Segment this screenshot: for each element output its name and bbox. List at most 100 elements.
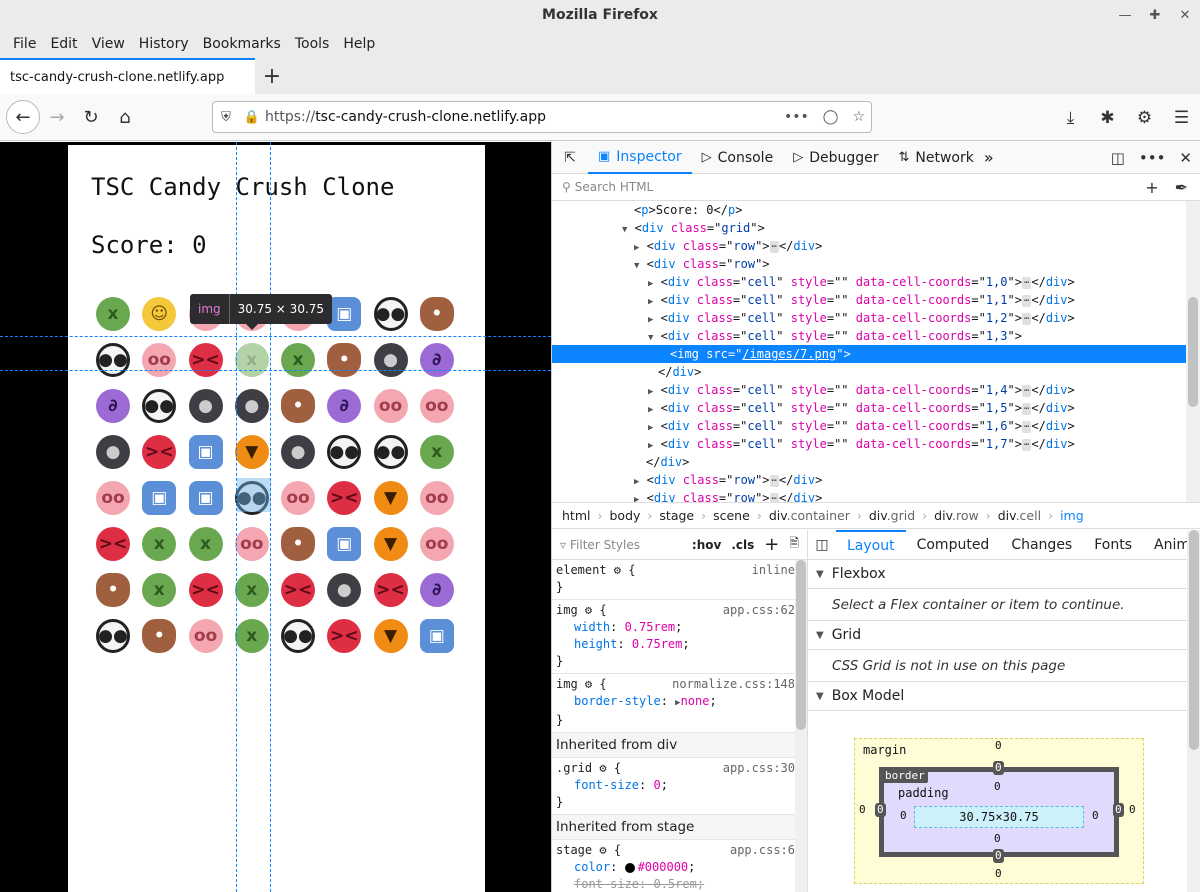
grid-cell[interactable]: >< [281,567,327,613]
extensions-icon[interactable]: ✱ [1089,108,1126,128]
more-tabs-chevron-icon[interactable]: » [984,148,994,167]
page-actions-icon[interactable]: ••• [784,109,809,125]
html-search[interactable]: ⚲ Search HTML + ✒ [552,174,1200,201]
shield-icon[interactable]: ⛨ [213,110,239,125]
pumpkin-icon[interactable]: ▼ [373,527,408,561]
tab-inspector[interactable]: ▣ Inspector [588,142,692,174]
robot-icon[interactable]: ▣ [188,435,223,469]
angry-icon[interactable]: >< [142,435,177,469]
sick-icon[interactable]: x [142,573,177,607]
sick-icon[interactable]: x [188,527,223,561]
border-right[interactable]: 0 [1113,803,1124,817]
tab-debugger[interactable]: ▷ Debugger [783,142,888,174]
gorilla-icon[interactable]: ● [234,389,269,423]
angry-icon[interactable]: >< [188,573,223,607]
grid-cell[interactable]: • [281,383,327,429]
markup-line[interactable]: ▶ <div class="cell" style="" data-cell-c… [552,381,1186,399]
reload-button[interactable]: ↻ [74,100,108,134]
grid-cell[interactable]: • [96,567,142,613]
pig-icon[interactable]: oo [419,527,454,561]
hov-toggle[interactable]: :hov [692,538,721,552]
gear-icon[interactable]: ⚙ [614,563,621,577]
pumpkin-icon[interactable]: ▼ [234,435,269,469]
grid-cell[interactable]: oo [419,475,466,521]
markup-line[interactable]: <p>Score: 0</p> [552,201,1186,219]
markup-scrollbar[interactable] [1186,201,1200,502]
grid-cell[interactable]: ● [281,429,327,475]
angry-icon[interactable]: >< [373,573,408,607]
panda-icon[interactable]: ●● [327,435,362,469]
boxmodel-accordion[interactable]: ▼ Box Model [808,682,1200,711]
grid-cell[interactable]: ●● [142,383,188,429]
rules-scrollbar[interactable] [795,560,807,892]
tab-fonts[interactable]: Fonts [1083,530,1143,560]
gear-icon[interactable]: ⚙ [599,761,606,775]
panda-icon[interactable]: ●● [142,389,177,423]
sick-icon[interactable]: x [96,297,130,331]
tab-layout[interactable]: Layout [836,530,906,560]
pig-icon[interactable]: oo [142,343,177,377]
grid-cell[interactable]: >< [188,337,235,383]
grid-cell[interactable]: ●● [281,613,327,659]
breadcrumb-item[interactable]: div.grid [865,508,919,523]
menu-view[interactable]: View [85,36,132,52]
grid-cell[interactable]: ●● [327,429,373,475]
grid-cell[interactable]: ●● [96,613,142,659]
sick-icon[interactable]: x [234,343,269,377]
grid-cell[interactable]: ▣ [142,475,188,521]
robot-icon[interactable]: ▣ [419,619,454,653]
layout-scrollbar[interactable] [1187,530,1200,892]
grid-cell[interactable]: ∂ [327,383,373,429]
grid-cell[interactable]: • [419,291,466,337]
grid-cell[interactable]: oo [419,383,466,429]
dock-icon[interactable]: ◫ [1111,149,1125,167]
sick-icon[interactable]: x [234,619,269,653]
border-bottom[interactable]: 0 [993,849,1004,863]
poop-icon[interactable]: • [142,619,177,653]
grid-cell[interactable]: ▼ [234,429,281,475]
angry-icon[interactable]: >< [327,619,362,653]
breadcrumb-item[interactable]: html [558,508,594,523]
print-simulation-icon[interactable]: 🗎 [789,534,799,555]
breadcrumb-item[interactable]: scene [709,508,754,523]
smile-icon[interactable]: ☺ [142,297,177,331]
grid-cell[interactable]: >< [327,613,373,659]
pig-icon[interactable]: oo [188,619,223,653]
grid-cell[interactable]: x [234,337,281,383]
grid-cell[interactable]: ● [373,337,420,383]
angry-icon[interactable]: >< [327,481,362,515]
padding-left[interactable]: 0 [900,809,907,822]
markup-line[interactable]: ▶ <div class="cell" style="" data-cell-c… [552,291,1186,309]
grid-cell[interactable]: oo [419,521,466,567]
pig-icon[interactable]: oo [281,481,315,515]
grid-cell[interactable]: x [234,567,281,613]
bookmark-star-icon[interactable]: ☆ [852,109,865,125]
markup-line[interactable]: ▶ <div class="row"> ⋯ </div> [552,471,1186,489]
close-window-icon[interactable]: ✕ [1170,0,1200,30]
toggle-sidebar-icon[interactable]: ◫ [808,537,836,553]
robot-icon[interactable]: ▣ [142,481,177,515]
tab-network[interactable]: ⇅ Network [888,142,983,174]
menu-file[interactable]: File [6,36,43,52]
grid-cell[interactable]: ∂ [419,567,466,613]
devtools-options-icon[interactable]: ••• [1139,149,1166,167]
grid-cell[interactable]: ● [234,383,281,429]
robot-icon[interactable]: ▣ [188,481,223,515]
url-bar[interactable]: ⛨ 🔒 https://tsc-candy-crush-clone.netlif… [212,101,872,133]
pumpkin-icon[interactable]: ▼ [373,481,408,515]
downloads-icon[interactable]: ⤓ [1052,108,1089,128]
grid-cell[interactable]: >< [373,567,420,613]
grid-cell[interactable]: ▣ [419,613,466,659]
grid-cell[interactable]: ☺ [142,291,188,337]
poop-icon[interactable]: • [281,527,315,561]
grid-cell[interactable]: ∂ [96,383,142,429]
pig-icon[interactable]: oo [419,481,454,515]
devil-icon[interactable]: ∂ [419,573,454,607]
filter-styles-input[interactable]: Filter Styles [570,538,640,552]
breadcrumb-item[interactable]: div.cell [994,508,1045,523]
poop-icon[interactable]: • [327,343,362,377]
border-top[interactable]: 0 [993,761,1004,775]
sick-icon[interactable]: x [142,527,177,561]
padding-right[interactable]: 0 [1092,809,1099,822]
menu-edit[interactable]: Edit [43,36,84,52]
